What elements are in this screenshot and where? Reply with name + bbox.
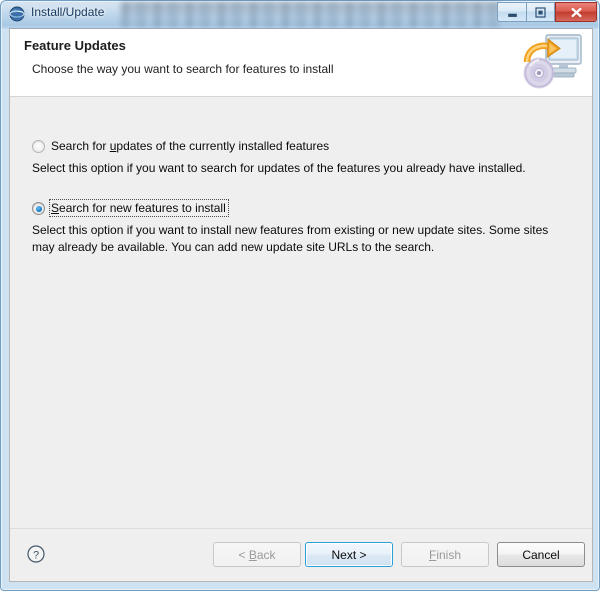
radio-label-search-updates[interactable]: Search for updates of the currently inst… bbox=[50, 138, 331, 154]
dialog-client-area: Feature Updates Choose the way you want … bbox=[9, 28, 593, 582]
option-description-search-new-features: Select this option if you want to instal… bbox=[32, 223, 549, 254]
cancel-button[interactable]: Cancel bbox=[497, 542, 585, 567]
label-pre: Search for bbox=[51, 139, 110, 153]
label-mnemonic: B bbox=[248, 547, 257, 562]
label-mnemonic: N bbox=[331, 547, 341, 562]
label-mnemonic: S bbox=[51, 201, 60, 215]
back-button-label: < Back bbox=[238, 548, 275, 562]
label-post: ack bbox=[256, 547, 276, 562]
radio-search-new-features[interactable] bbox=[32, 202, 45, 215]
svg-text:?: ? bbox=[33, 549, 39, 561]
wizard-body: Search for updates of the currently inst… bbox=[10, 98, 592, 550]
maximize-button[interactable] bbox=[526, 2, 555, 22]
option-search-updates[interactable]: Search for updates of the currently inst… bbox=[10, 138, 592, 175]
wizard-header: Feature Updates Choose the way you want … bbox=[10, 29, 592, 97]
option-search-new-features[interactable]: Search for new features to install Selec… bbox=[10, 199, 592, 254]
finish-button-label: Finish bbox=[429, 548, 461, 562]
title-bar[interactable]: Install/Update bbox=[1, 1, 600, 29]
radio-search-updates[interactable] bbox=[32, 140, 45, 153]
minimize-icon bbox=[498, 3, 526, 21]
option-description-search-updates: Select this option if you want to search… bbox=[32, 161, 526, 175]
label-mnemonic: C bbox=[522, 547, 531, 562]
page-subtitle: Choose the way you want to search for fe… bbox=[32, 62, 334, 76]
radio-row-search-updates[interactable]: Search for updates of the currently inst… bbox=[10, 138, 592, 156]
next-button-label: Next > bbox=[331, 548, 366, 562]
next-button[interactable]: Next > bbox=[305, 542, 393, 567]
dialog-button-bar: ? < Back Next > Finish Cancel bbox=[10, 528, 592, 581]
dialog-window: Install/Update Feature Updates Choose th… bbox=[0, 0, 600, 591]
cancel-button-label: Cancel bbox=[522, 548, 559, 562]
label-post: ext > bbox=[340, 547, 367, 562]
page-title: Feature Updates bbox=[24, 38, 126, 53]
label-post: pdates of the currently installed featur… bbox=[116, 139, 330, 153]
eclipse-globe-icon bbox=[9, 6, 25, 22]
close-button[interactable] bbox=[555, 2, 597, 22]
label-pre: < bbox=[238, 547, 249, 562]
finish-button[interactable]: Finish bbox=[401, 542, 489, 567]
label-post: ancel bbox=[530, 547, 560, 562]
window-title: Install/Update bbox=[31, 5, 105, 19]
close-icon bbox=[556, 3, 596, 21]
help-button[interactable]: ? bbox=[26, 544, 46, 564]
radio-label-search-new-features[interactable]: Search for new features to install bbox=[49, 199, 229, 217]
monitor-update-icon bbox=[518, 32, 584, 94]
label-post: inish bbox=[436, 547, 462, 562]
restore-icon bbox=[527, 3, 554, 21]
minimize-button[interactable] bbox=[497, 2, 526, 22]
back-button[interactable]: < Back bbox=[213, 542, 301, 567]
label-post: earch for new features to install bbox=[59, 201, 226, 215]
radio-row-search-new-features[interactable]: Search for new features to install bbox=[10, 199, 592, 218]
